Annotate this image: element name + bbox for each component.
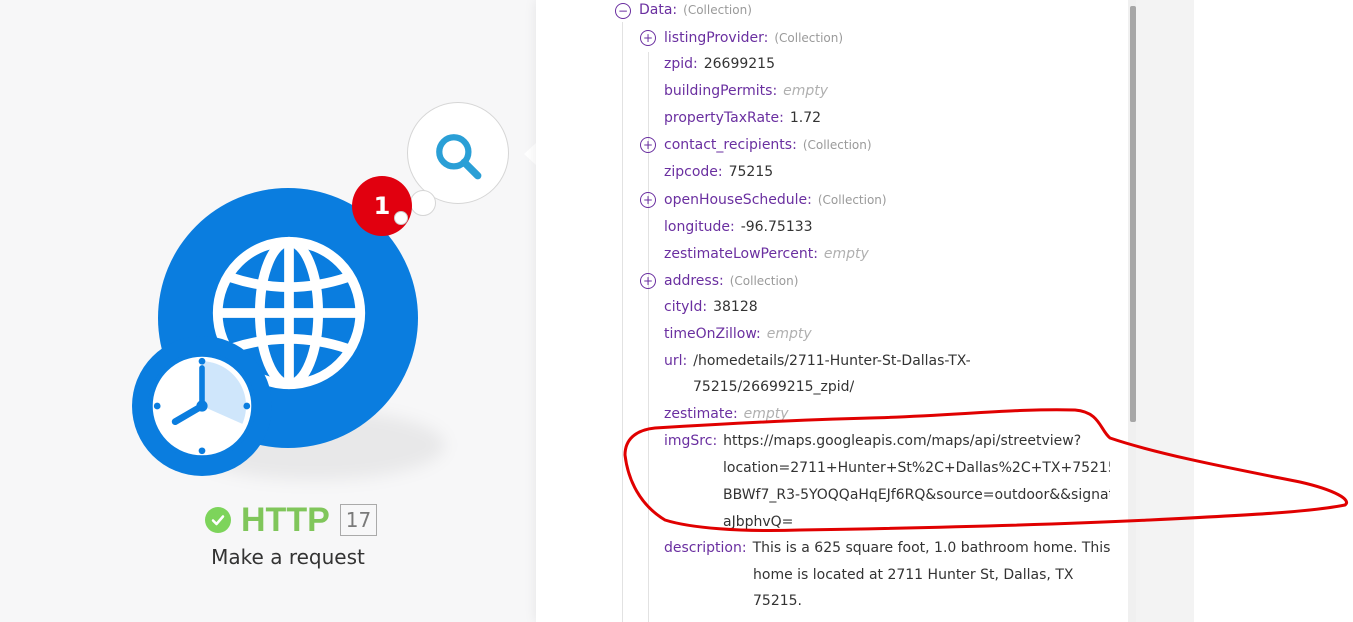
tree-guide bbox=[622, 22, 623, 622]
scenario-canvas: 1 HTTP 17 Make a request bbox=[0, 0, 537, 622]
tree-key: listingProvider: bbox=[664, 30, 769, 46]
tree-row-zestimatelowpercent: zestimateLowPercent: empty bbox=[664, 246, 869, 262]
tree-key: propertyTaxRate: bbox=[664, 110, 784, 126]
far-right-area bbox=[1194, 0, 1353, 622]
tree-value-continued: location=2711+Hunter+St%2C+Dallas%2C+TX+… bbox=[723, 460, 1110, 476]
tree-value: This is a 625 square foot, 1.0 bathroom … bbox=[752, 540, 1111, 556]
tree-key: zestimateLowPercent: bbox=[664, 246, 818, 262]
operations-count-badge[interactable]: 1 bbox=[352, 176, 412, 236]
tree-value: -96.75133 bbox=[740, 219, 813, 235]
tree-value: 1.72 bbox=[789, 110, 822, 126]
tree-row-address[interactable]: address: (Collection) bbox=[664, 273, 798, 289]
tree-row-zpid: zpid: 26699215 bbox=[664, 56, 775, 72]
tree-row-longitude: longitude: -96.75133 bbox=[664, 219, 813, 235]
output-inspector-panel bbox=[536, 0, 1136, 622]
tree-value-continued: 75215. bbox=[753, 593, 802, 609]
tree-key: cityId: bbox=[664, 299, 708, 315]
tree-value: /homedetails/2711-Hunter-St-Dallas-TX- bbox=[693, 353, 971, 369]
tree-value-continued: BBWf7_R3-5YOQQaHqEJf6RQ&source=outdoor&&… bbox=[723, 487, 1110, 503]
module-subtitle: Make a request bbox=[211, 545, 365, 569]
empty-tag: empty bbox=[766, 326, 812, 342]
tree-row-listingprovider[interactable]: listingProvider: (Collection) bbox=[664, 30, 843, 46]
tree-key: address: bbox=[664, 273, 724, 289]
tree-row-cityid: cityId: 38128 bbox=[664, 299, 758, 315]
tree-row-imgsrc: imgSrc: https://maps.googleapis.com/maps/… bbox=[664, 433, 1081, 449]
collection-tag: (Collection) bbox=[802, 138, 872, 152]
collection-tag: (Collection) bbox=[774, 31, 844, 45]
tree-row-zipcode: zipcode: 75215 bbox=[664, 164, 773, 180]
collection-tag: (Collection) bbox=[683, 3, 752, 17]
tree-row-timeonzillow: timeOnZillow: empty bbox=[664, 326, 812, 342]
tree-value: 26699215 bbox=[703, 56, 775, 72]
empty-tag: empty bbox=[743, 406, 789, 422]
module-name: HTTP bbox=[241, 500, 330, 539]
tree-key: url: bbox=[664, 353, 688, 369]
empty-tag: empty bbox=[783, 83, 829, 99]
badge-count: 1 bbox=[373, 192, 391, 220]
bubble-dot bbox=[394, 211, 408, 225]
tree-key: description: bbox=[664, 540, 747, 556]
expand-address-toggle[interactable]: + bbox=[640, 273, 656, 289]
tree-row-propertytaxrate: propertyTaxRate: 1.72 bbox=[664, 110, 821, 126]
module-id: 17 bbox=[339, 504, 378, 536]
right-background bbox=[1136, 0, 1194, 622]
tree-value-continued: 75215/26699215_zpid/ bbox=[693, 379, 855, 395]
tree-row-description: description: This is a 625 square foot, 1… bbox=[664, 540, 1110, 556]
tree-key: buildingPermits: bbox=[664, 83, 778, 99]
tree-row-openhouseschedule[interactable]: openHouseSchedule: (Collection) bbox=[664, 192, 887, 208]
tree-key: longitude: bbox=[664, 219, 735, 235]
tree-key: timeOnZillow: bbox=[664, 326, 761, 342]
tree-row-contact-recipients[interactable]: contact_recipients: (Collection) bbox=[664, 137, 872, 153]
tree-key: openHouseSchedule: bbox=[664, 192, 812, 208]
tree-key: zestimate: bbox=[664, 406, 738, 422]
tree-key: zipcode: bbox=[664, 164, 723, 180]
tree-row-url: url: /homedetails/2711-Hunter-St-Dallas-T… bbox=[664, 353, 971, 369]
tree-row-zestimate: zestimate: empty bbox=[664, 406, 789, 422]
tree-value: 75215 bbox=[728, 164, 774, 180]
success-check-icon bbox=[205, 507, 231, 533]
collection-tag: (Collection) bbox=[729, 274, 799, 288]
tree-key: imgSrc: bbox=[664, 433, 718, 449]
expand-openhouseschedule-toggle[interactable]: + bbox=[640, 192, 656, 208]
tree-row-buildingpermits: buildingPermits: empty bbox=[664, 83, 828, 99]
expand-listingprovider-toggle[interactable]: + bbox=[640, 30, 656, 46]
tree-value-continued: home is located at 2711 Hunter St, Dalla… bbox=[753, 567, 1074, 583]
inspector-bubble-tail bbox=[410, 190, 436, 216]
clock-icon bbox=[148, 352, 256, 460]
tree-key: zpid: bbox=[664, 56, 698, 72]
collapse-data-toggle[interactable]: − bbox=[615, 3, 631, 19]
tree-value: https://maps.googleapis.com/maps/api/str… bbox=[723, 433, 1082, 449]
module-title-row: HTTP 17 bbox=[205, 500, 378, 540]
tree-value-continued: aJbphvQ= bbox=[723, 514, 794, 530]
tree-key: contact_recipients: bbox=[664, 137, 797, 153]
empty-tag: empty bbox=[823, 246, 869, 262]
tree-row-data[interactable]: Data: (Collection) bbox=[639, 2, 752, 18]
tree-key: Data: bbox=[639, 2, 678, 18]
search-icon bbox=[436, 134, 482, 180]
collection-tag: (Collection) bbox=[817, 193, 887, 207]
tree-value: 38128 bbox=[713, 299, 758, 315]
expand-contact-recipients-toggle[interactable]: + bbox=[640, 137, 656, 153]
